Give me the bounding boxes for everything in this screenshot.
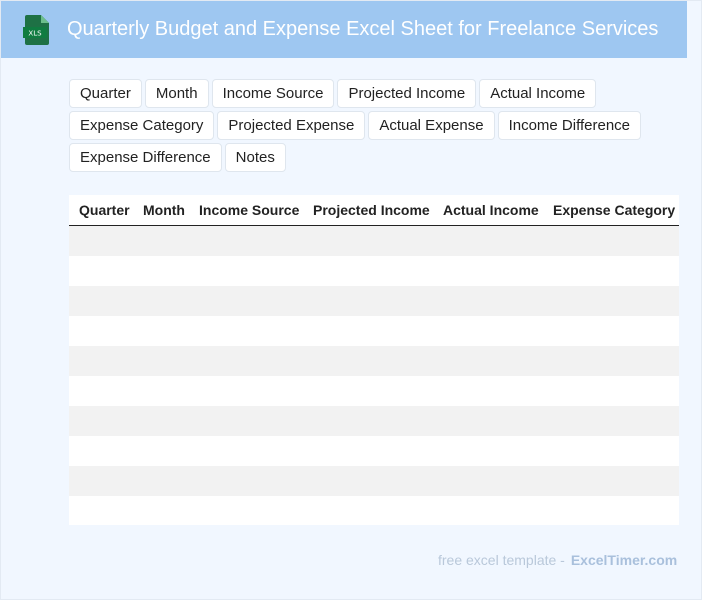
table-row[interactable]: [69, 466, 679, 496]
page-title: Quarterly Budget and Expense Excel Sheet…: [67, 18, 659, 40]
column-header[interactable]: Income Source: [189, 195, 303, 225]
table-row[interactable]: [69, 406, 679, 436]
column-tag[interactable]: Projected Income: [337, 79, 477, 108]
column-tag[interactable]: Projected Expense: [217, 111, 366, 140]
table-row[interactable]: [69, 346, 679, 376]
column-tag[interactable]: Notes: [224, 143, 286, 172]
column-header[interactable]: Actual Income: [433, 195, 543, 225]
column-header[interactable]: Projected Income: [303, 195, 433, 225]
page-frame: XLS Quarterly Budget and Expense Excel S…: [0, 0, 702, 600]
column-tag[interactable]: Income Difference: [497, 111, 642, 140]
table-header: Quarter Month Income Source Projected Incom…: [69, 195, 679, 226]
spreadsheet-table: Quarter Month Income Source Projected Incom…: [69, 195, 679, 525]
column-tag[interactable]: Month: [144, 79, 209, 108]
column-tag[interactable]: Expense Difference: [69, 143, 222, 172]
xls-icon-label: XLS: [28, 30, 42, 38]
tag-row: Quarter Month Income Source Projected Incom…: [69, 79, 669, 108]
column-header[interactable]: Quarter: [69, 195, 133, 225]
table-row[interactable]: [69, 436, 679, 466]
column-header[interactable]: Month: [133, 195, 189, 225]
header-bar: XLS Quarterly Budget and Expense Excel S…: [1, 1, 687, 58]
column-tag[interactable]: Quarter: [69, 79, 142, 108]
table-row[interactable]: [69, 286, 679, 316]
footer-text: free excel template -: [438, 552, 565, 568]
table-row[interactable]: [69, 376, 679, 406]
tag-row: Expense Category Projected Expense Actual …: [69, 111, 669, 140]
table-row[interactable]: [69, 316, 679, 346]
table-row[interactable]: [69, 496, 679, 525]
table-row[interactable]: [69, 226, 679, 256]
table-row[interactable]: [69, 256, 679, 286]
column-tag[interactable]: Actual Expense: [368, 111, 495, 140]
tag-row: Expense Difference Notes: [69, 143, 669, 172]
column-header[interactable]: Expense Category: [543, 195, 679, 225]
footer-brand-link[interactable]: ExcelTimer.com: [571, 552, 677, 568]
table-body: [69, 226, 679, 525]
column-tag[interactable]: Expense Category: [69, 111, 215, 140]
column-tags: Quarter Month Income Source Projected Incom…: [69, 79, 669, 175]
column-tag[interactable]: Income Source: [211, 79, 335, 108]
footer: free excel template - ExcelTimer.com: [438, 552, 677, 568]
xls-file-icon: XLS: [23, 15, 49, 45]
column-tag[interactable]: Actual Income: [479, 79, 597, 108]
